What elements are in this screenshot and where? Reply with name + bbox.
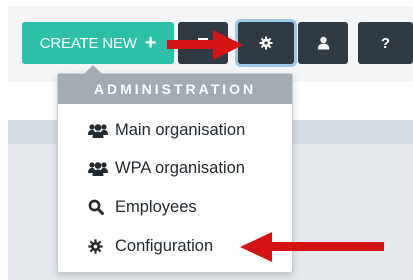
plus-icon: + xyxy=(144,32,157,54)
menu-item-label: WPA organisation xyxy=(115,158,245,177)
menu-item-main-organisation[interactable]: Main organisation xyxy=(88,115,245,145)
menu-item-label: Employees xyxy=(115,197,197,216)
administration-dropdown: ADMINISTRATION Main organisation WPA org… xyxy=(57,65,293,273)
users-icon xyxy=(88,161,110,176)
gear-icon xyxy=(88,238,110,254)
dropdown-caret xyxy=(84,65,102,74)
dropdown-header: ADMINISTRATION xyxy=(58,74,292,104)
help-icon: ? xyxy=(380,34,391,52)
administration-button[interactable] xyxy=(238,22,294,64)
menu-item-wpa-organisation[interactable]: WPA organisation xyxy=(88,153,245,183)
menu-item-configuration[interactable]: Configuration xyxy=(88,231,213,261)
create-new-label: CREATE NEW xyxy=(39,34,137,52)
search-icon xyxy=(88,199,110,215)
gear-icon xyxy=(259,36,273,50)
menu-item-label: Main organisation xyxy=(115,120,246,139)
sliders-icon xyxy=(198,38,208,48)
menu-item-label: Configuration xyxy=(115,236,214,255)
user-icon xyxy=(317,36,329,50)
users-icon xyxy=(88,123,110,138)
menu-item-employees[interactable]: Employees xyxy=(88,192,197,222)
user-account-button[interactable] xyxy=(298,22,348,64)
settings-sliders-button[interactable] xyxy=(178,22,228,64)
create-new-button[interactable]: CREATE NEW + xyxy=(22,22,174,64)
help-button[interactable]: ? xyxy=(358,22,413,64)
